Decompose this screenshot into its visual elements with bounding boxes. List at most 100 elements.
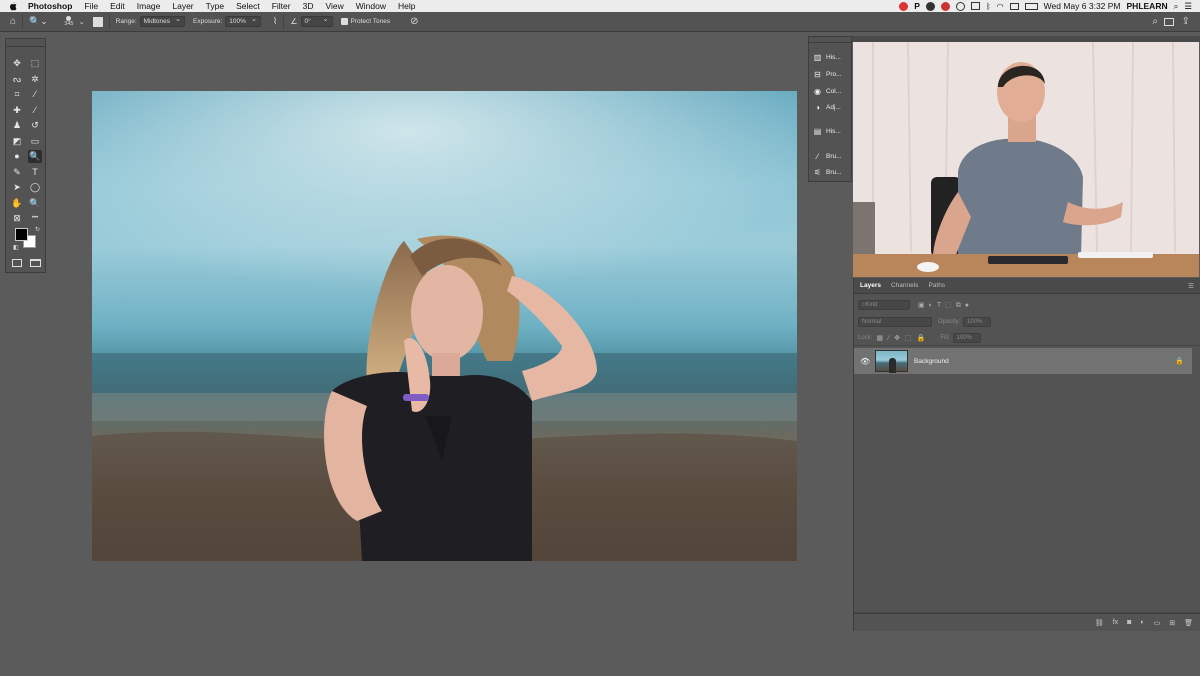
menu-edit[interactable]: Edit xyxy=(110,1,125,11)
tab-channels[interactable]: Channels xyxy=(891,282,918,289)
clone-stamp-tool-icon[interactable]: ♟ xyxy=(10,119,24,132)
brush-size-picker[interactable]: 345 xyxy=(62,16,76,27)
eye-icon[interactable]: 👁 xyxy=(860,357,870,366)
new-group-icon[interactable]: ▭ xyxy=(1154,619,1161,627)
quick-mask-icon[interactable] xyxy=(12,259,22,267)
tab-layers[interactable]: Layers xyxy=(860,282,881,289)
lock-icons[interactable]: ▦∕✥⬚🔒 xyxy=(876,334,930,342)
menu-type[interactable]: Type xyxy=(206,1,224,11)
tools-panel-grip[interactable] xyxy=(6,39,45,47)
keyboard xyxy=(1078,252,1153,258)
exposure-select[interactable]: 100% xyxy=(225,15,261,27)
apple-icon[interactable] xyxy=(8,1,18,11)
menu-layer[interactable]: Layer xyxy=(172,1,193,11)
menu-window[interactable]: Window xyxy=(356,1,386,11)
zoom-tool-icon[interactable]: 🔍 xyxy=(28,197,42,210)
layer-name[interactable]: Background xyxy=(914,358,949,365)
wifi-icon[interactable]: ◠ xyxy=(997,2,1004,11)
link-layers-icon[interactable]: ⛓ xyxy=(1095,619,1104,627)
bluetooth-icon[interactable]: ᛒ xyxy=(986,2,991,11)
airbrush-icon[interactable]: ⌇ xyxy=(273,16,277,27)
tab-paths[interactable]: Paths xyxy=(928,282,945,289)
angle-input[interactable]: 0° xyxy=(300,15,333,27)
lasso-tool-icon[interactable]: ᔓ xyxy=(10,73,24,86)
foreground-color-swatch-front[interactable] xyxy=(15,228,28,241)
fill-input[interactable]: 100% xyxy=(952,332,981,343)
status-app-icon-2[interactable] xyxy=(925,1,935,11)
battery-icon[interactable] xyxy=(1024,2,1038,10)
blur-tool-icon[interactable]: ● xyxy=(10,150,24,163)
screen-mode-icon[interactable] xyxy=(30,259,41,267)
crop-tool-icon[interactable]: ⌗ xyxy=(10,88,24,101)
pressure-icon[interactable]: ⊘ xyxy=(410,16,418,27)
eyedropper-tool-icon[interactable]: ∕ xyxy=(28,88,42,101)
creative-cloud-icon[interactable] xyxy=(940,1,950,11)
layer-style-icon[interactable]: fx xyxy=(1113,619,1118,626)
ellipse-tool-icon[interactable]: ◯ xyxy=(28,181,42,194)
adjustment-layer-icon[interactable]: ◐ xyxy=(1140,619,1144,626)
display-icon[interactable] xyxy=(970,2,980,10)
home-icon[interactable]: ⌂ xyxy=(10,16,16,27)
menubar-datetime[interactable]: Wed May 6 3:32 PM xyxy=(1044,1,1121,11)
path-selection-tool-icon[interactable]: ➤ xyxy=(10,181,24,194)
layer-kind-filter[interactable]: ⌕ Kind xyxy=(858,300,910,310)
hand-tool-icon[interactable]: ✋ xyxy=(10,197,24,210)
gradient-tool-icon[interactable]: ▭ xyxy=(28,135,42,148)
menu-file[interactable]: File xyxy=(84,1,98,11)
brush-settings-icon[interactable] xyxy=(92,16,103,27)
dodge-tool-icon[interactable]: 🔍 xyxy=(28,150,42,163)
brush-tool-icon[interactable]: ∕ xyxy=(28,104,42,117)
swap-colors-icon[interactable]: ↻ xyxy=(35,226,40,233)
menu-image[interactable]: Image xyxy=(137,1,161,11)
lock-icon: 🔒 xyxy=(1175,358,1184,365)
range-select[interactable]: Midtones xyxy=(139,15,186,27)
menu-select[interactable]: Select xyxy=(236,1,260,11)
spotlight-search-icon[interactable]: ⌕ xyxy=(1174,1,1179,12)
share-icon[interactable]: ⇪ xyxy=(1182,16,1190,27)
menu-help[interactable]: Help xyxy=(398,1,415,11)
opacity-input[interactable]: 100% xyxy=(963,317,992,327)
layer-filter-icons[interactable]: ▣◐T⬚⧉● xyxy=(918,301,973,310)
panel-histogram[interactable]: ▥ His... xyxy=(813,50,841,64)
menu-view[interactable]: View xyxy=(325,1,343,11)
layer-row-background[interactable]: 👁 Background 🔒 xyxy=(854,348,1192,374)
panel-strip-grip[interactable] xyxy=(809,37,851,43)
status-app-icon[interactable] xyxy=(899,1,909,11)
workspace-icon[interactable] xyxy=(1164,17,1174,26)
protect-tones-checkbox[interactable] xyxy=(340,18,348,25)
document-canvas[interactable] xyxy=(92,91,797,561)
panel-color[interactable]: ◉ Col... xyxy=(813,84,841,98)
menu-filter[interactable]: Filter xyxy=(272,1,291,11)
delete-layer-icon[interactable]: 🗑 xyxy=(1184,619,1193,627)
panel-brush-settings[interactable]: ∕ Bru... xyxy=(813,149,842,163)
menu-app[interactable]: Photoshop xyxy=(28,1,72,11)
history-brush-tool-icon[interactable]: ↺ xyxy=(28,119,42,132)
new-layer-icon[interactable]: ⊞ xyxy=(1169,619,1175,627)
search-icon[interactable]: ⌕ xyxy=(1152,16,1158,27)
airplay-icon[interactable] xyxy=(1009,2,1019,10)
blend-mode-select[interactable]: Normal xyxy=(858,317,932,327)
menu-3d[interactable]: 3D xyxy=(303,1,314,11)
healing-tool-icon[interactable]: ✚ xyxy=(10,104,24,117)
paypal-icon[interactable]: P xyxy=(914,1,920,11)
type-tool-icon[interactable]: T xyxy=(28,166,42,179)
add-mask-icon[interactable]: ◙ xyxy=(1127,619,1131,626)
chevron-down-icon[interactable]: ⌄ xyxy=(79,18,85,26)
eraser-tool-icon[interactable]: ◩ xyxy=(10,135,24,148)
frame-tool-icon[interactable]: ⊠ xyxy=(10,212,24,225)
panel-properties[interactable]: ⊟ Pro... xyxy=(813,67,841,81)
marquee-tool-icon[interactable]: ⬚ xyxy=(28,57,42,70)
pen-tool-icon[interactable]: ✎ xyxy=(10,166,24,179)
more-tools-icon[interactable]: ••• xyxy=(28,212,42,225)
panel-brushes[interactable]: ⚟ Bru... xyxy=(813,165,842,179)
magic-wand-tool-icon[interactable]: ✲ xyxy=(28,73,42,86)
menu-list-icon[interactable]: ☰ xyxy=(1184,1,1192,12)
default-colors-icon[interactable]: ◧ xyxy=(13,244,19,251)
clock-icon[interactable] xyxy=(955,1,965,11)
panel-menu-icon[interactable]: ☰ xyxy=(1188,282,1194,290)
move-tool-icon[interactable]: ✥ xyxy=(10,57,24,70)
dodge-tool-preset-icon[interactable]: 🔍⌄ xyxy=(29,16,48,27)
panel-history[interactable]: ▤ His... xyxy=(813,124,841,138)
menubar-user[interactable]: PHLEARN xyxy=(1127,1,1168,11)
panel-adjustments[interactable]: ◑ Adj... xyxy=(813,100,841,114)
